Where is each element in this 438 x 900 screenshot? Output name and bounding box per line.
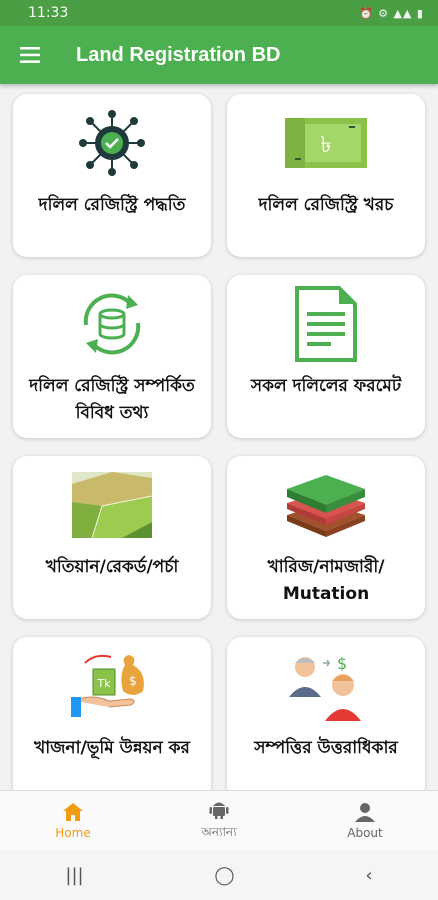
card-registration-cost[interactable]: ৳ দলিল রেজিস্ট্রি খরচ [227, 94, 425, 257]
nav-home-label: Home [55, 826, 91, 840]
card-label: দলিল রেজিস্ট্রি সম্পর্কিত বিবিধ তথ্য [29, 376, 195, 423]
status-icons: ⏰ ⚙ ▲▲ ▮ [358, 6, 424, 20]
land-layers-icon [276, 470, 376, 540]
recents-icon[interactable]: ||| [65, 865, 83, 886]
card-inheritance[interactable]: $ সম্পত্তির উত্তরাধিকার [227, 637, 425, 800]
app-title: Land Registration BD [76, 43, 281, 66]
menu-button[interactable] [6, 26, 54, 84]
card-deed-formats[interactable]: সকল দলিলের ফরমেট [227, 275, 425, 438]
svg-text:Tk: Tk [96, 677, 111, 690]
nav-about-label: About [347, 826, 383, 840]
card-label: খতিয়ান/রেকর্ড/পর্চা [45, 557, 179, 577]
svg-text:$: $ [129, 674, 137, 688]
home-circle-icon[interactable]: ◯ [214, 865, 234, 886]
person-icon [355, 803, 375, 822]
database-sync-icon [62, 289, 162, 359]
nav-other[interactable]: অন্যান্য [146, 791, 292, 851]
svg-text:৳: ৳ [321, 133, 332, 158]
money-note-icon: ৳ [276, 108, 376, 178]
card-khatian-record[interactable]: খতিয়ান/রেকর্ড/পর্চা [13, 456, 211, 619]
card-registration-method[interactable]: দলিল রেজিস্ট্রি পদ্ধতি [13, 94, 211, 257]
document-icon [276, 286, 376, 362]
hamburger-icon [20, 47, 40, 63]
card-label: সকল দলিলের ফরমেট [250, 376, 402, 396]
inheritance-people-icon: $ [276, 651, 376, 721]
home-icon [63, 803, 83, 821]
nav-other-label: অন্যান্য [201, 825, 237, 839]
card-label: দলিল রেজিস্ট্রি পদ্ধতি [38, 195, 186, 215]
nav-home[interactable]: Home [0, 791, 146, 851]
money-bag-hand-icon: Tk $ [62, 651, 162, 721]
status-bar: 11:33 ⏰ ⚙ ▲▲ ▮ [0, 0, 438, 26]
card-label: সম্পত্তির উত্তরাধিকার [254, 738, 398, 758]
back-icon[interactable]: ‹ [365, 865, 372, 886]
nav-about[interactable]: About [292, 791, 438, 851]
bottom-nav: Home অন্যান্য About [0, 790, 438, 851]
card-land-tax[interactable]: Tk $ খাজনা/ভূমি উন্নয়ন কর [13, 637, 211, 800]
android-icon [209, 802, 229, 819]
card-label: খাজনা/ভূমি উন্নয়ন কর [34, 738, 190, 758]
card-label: দলিল রেজিস্ট্রি খরচ [258, 195, 394, 215]
gear-network-icon [62, 108, 162, 178]
card-mutation[interactable]: খারিজ/নামজারী/ Mutation [227, 456, 425, 619]
svg-text:$: $ [337, 654, 347, 673]
system-nav-bar: ||| ◯ ‹ [0, 850, 438, 900]
card-label: খারিজ/নামজারী/ Mutation [267, 557, 385, 604]
field-map-icon [62, 470, 162, 540]
app-bar: Land Registration BD [0, 26, 438, 84]
status-time: 11:33 [28, 5, 69, 21]
card-registration-info[interactable]: দলিল রেজিস্ট্রি সম্পর্কিত বিবিধ তথ্য [13, 275, 211, 438]
